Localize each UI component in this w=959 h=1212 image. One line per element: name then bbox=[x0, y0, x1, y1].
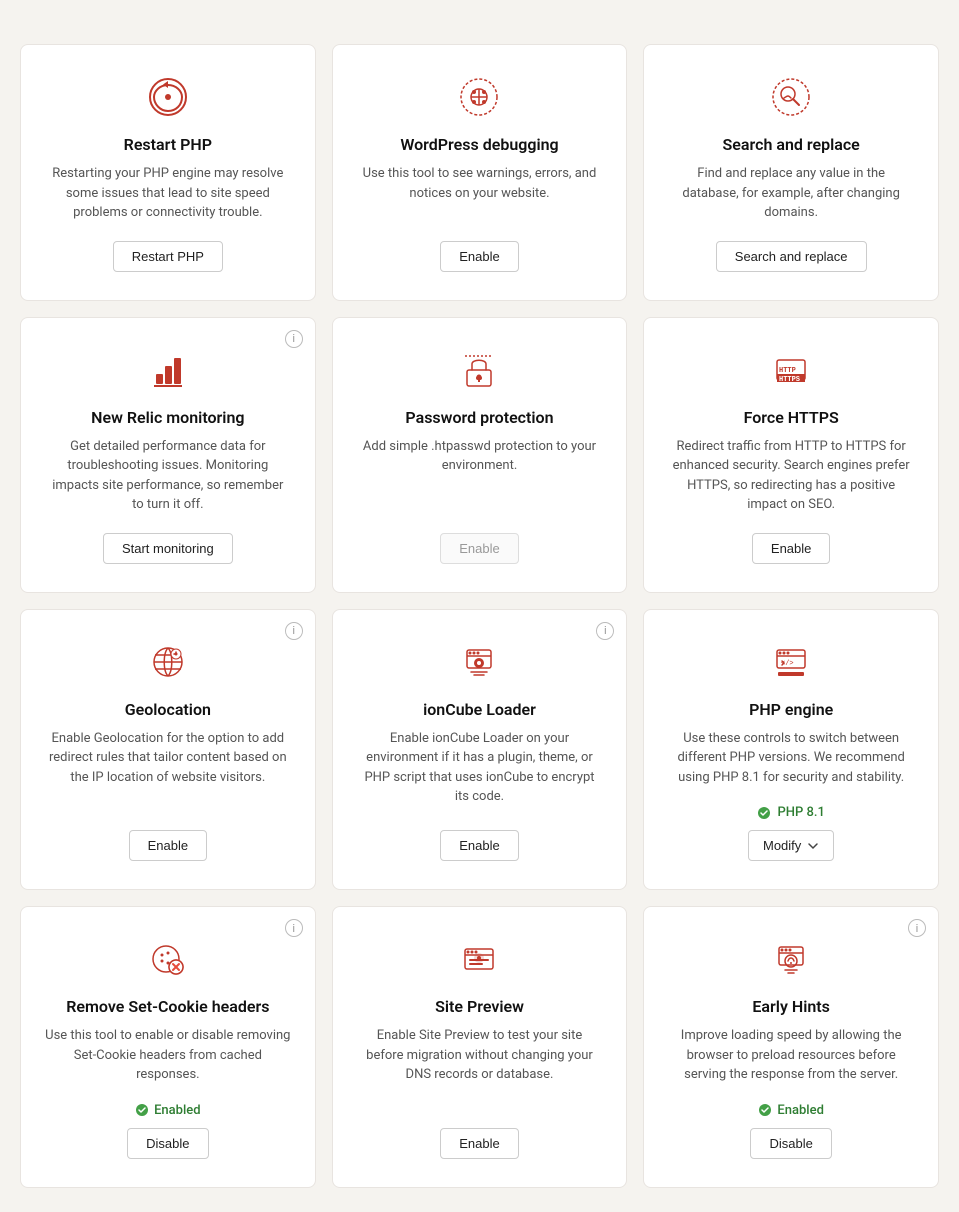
modify-button-php-engine[interactable]: Modify bbox=[748, 830, 834, 861]
card-desc-geolocation: Enable Geolocation for the option to add… bbox=[45, 729, 291, 813]
card-desc-set-cookie: Use this tool to enable or disable remov… bbox=[45, 1026, 291, 1085]
card-title-ioncube: ionCube Loader bbox=[423, 700, 536, 719]
card-title-php-engine: PHP engine bbox=[749, 700, 833, 719]
tools-grid: Restart PHP Restarting your PHP engine ma… bbox=[20, 44, 939, 1188]
info-icon-ioncube[interactable]: i bbox=[596, 622, 614, 640]
php-engine-icon: </> bbox=[767, 638, 815, 686]
info-icon-set-cookie[interactable]: i bbox=[285, 919, 303, 937]
card-desc-force-https: Redirect traffic from HTTP to HTTPS for … bbox=[668, 437, 914, 515]
card-desc-search-replace: Find and replace any value in the databa… bbox=[668, 164, 914, 223]
card-set-cookie: i Remove Set-Cookie headers Use this tool… bbox=[20, 906, 316, 1188]
action-button-search-replace[interactable]: Search and replace bbox=[716, 241, 867, 272]
php-version-status: PHP 8.1 bbox=[757, 805, 824, 820]
card-desc-restart-php: Restarting your PHP engine may resolve s… bbox=[45, 164, 291, 223]
enable-button-password-protection[interactable]: Enable bbox=[440, 533, 518, 564]
card-early-hints: i Early Hints Improve loading speed by al… bbox=[643, 906, 939, 1188]
enable-button-geolocation[interactable]: Enable bbox=[129, 830, 207, 861]
globe-icon bbox=[144, 638, 192, 686]
bar-chart-icon bbox=[144, 346, 192, 394]
https-icon: HTTP HTTPS bbox=[767, 346, 815, 394]
card-title-wordpress-debugging: WordPress debugging bbox=[400, 135, 558, 154]
lock-icon bbox=[455, 346, 503, 394]
card-desc-early-hints: Improve loading speed by allowing the br… bbox=[668, 1026, 914, 1085]
enable-button-site-preview[interactable]: Enable bbox=[440, 1128, 518, 1159]
card-geolocation: i Geolocation Enable Geolocation for the … bbox=[20, 609, 316, 891]
cookie-icon bbox=[144, 935, 192, 983]
ioncube-icon bbox=[455, 638, 503, 686]
card-force-https: HTTP HTTPS Force HTTPS Redirect traffic f… bbox=[643, 317, 939, 593]
php-version-label: PHP 8.1 bbox=[777, 805, 824, 820]
card-desc-new-relic: Get detailed performance data for troubl… bbox=[45, 437, 291, 515]
card-desc-password-protection: Add simple .htpasswd protection to your … bbox=[357, 437, 603, 515]
action-button-restart-php[interactable]: Restart PHP bbox=[113, 241, 223, 272]
card-title-new-relic: New Relic monitoring bbox=[91, 408, 244, 427]
svg-text:HTTP: HTTP bbox=[779, 367, 796, 375]
svg-text:HTTPS: HTTPS bbox=[779, 376, 800, 384]
info-icon-new-relic[interactable]: i bbox=[285, 330, 303, 348]
info-icon-early-hints[interactable]: i bbox=[908, 919, 926, 937]
action-button-new-relic[interactable]: Start monitoring bbox=[103, 533, 233, 564]
card-title-set-cookie: Remove Set-Cookie headers bbox=[66, 997, 269, 1016]
card-desc-ioncube: Enable ionCube Loader on your environmen… bbox=[357, 729, 603, 813]
enabled-status-set-cookie: Enabled bbox=[135, 1103, 201, 1118]
early-hints-icon bbox=[767, 935, 815, 983]
svg-text:</>: </> bbox=[781, 660, 794, 668]
card-wordpress-debugging: WordPress debugging Use this tool to see … bbox=[332, 44, 628, 301]
card-search-replace: Search and replace Find and replace any v… bbox=[643, 44, 939, 301]
php-restart-icon bbox=[144, 73, 192, 121]
card-restart-php: Restart PHP Restarting your PHP engine ma… bbox=[20, 44, 316, 301]
enabled-status-early-hints: Enabled bbox=[758, 1103, 824, 1118]
card-title-site-preview: Site Preview bbox=[435, 997, 524, 1016]
card-site-preview: Site Preview Enable Site Preview to test … bbox=[332, 906, 628, 1188]
site-preview-icon bbox=[455, 935, 503, 983]
card-new-relic: i New Relic monitoring Get detailed perfo… bbox=[20, 317, 316, 593]
card-php-engine: </> PHP engine Use these controls to swit… bbox=[643, 609, 939, 891]
enable-button-wordpress-debugging[interactable]: Enable bbox=[440, 241, 518, 272]
bug-icon bbox=[455, 73, 503, 121]
enable-button-force-https[interactable]: Enable bbox=[752, 533, 830, 564]
card-password-protection: Password protection Add simple .htpasswd … bbox=[332, 317, 628, 593]
card-ioncube: i ionCube Loader Enable ionCube Loader on… bbox=[332, 609, 628, 891]
enable-button-ioncube[interactable]: Enable bbox=[440, 830, 518, 861]
enabled-label-early-hints: Enabled bbox=[777, 1103, 824, 1118]
card-title-force-https: Force HTTPS bbox=[744, 408, 839, 427]
card-title-restart-php: Restart PHP bbox=[124, 135, 212, 154]
info-icon-geolocation[interactable]: i bbox=[285, 622, 303, 640]
card-desc-php-engine: Use these controls to switch between dif… bbox=[668, 729, 914, 788]
disable-button-set-cookie[interactable]: Disable bbox=[127, 1128, 208, 1159]
card-title-password-protection: Password protection bbox=[405, 408, 553, 427]
enabled-label-set-cookie: Enabled bbox=[154, 1103, 201, 1118]
card-title-geolocation: Geolocation bbox=[125, 700, 211, 719]
card-desc-wordpress-debugging: Use this tool to see warnings, errors, a… bbox=[357, 164, 603, 223]
disable-button-early-hints[interactable]: Disable bbox=[750, 1128, 831, 1159]
card-desc-site-preview: Enable Site Preview to test your site be… bbox=[357, 1026, 603, 1110]
search-replace-icon bbox=[767, 73, 815, 121]
card-title-early-hints: Early Hints bbox=[752, 997, 829, 1016]
card-title-search-replace: Search and replace bbox=[723, 135, 860, 154]
